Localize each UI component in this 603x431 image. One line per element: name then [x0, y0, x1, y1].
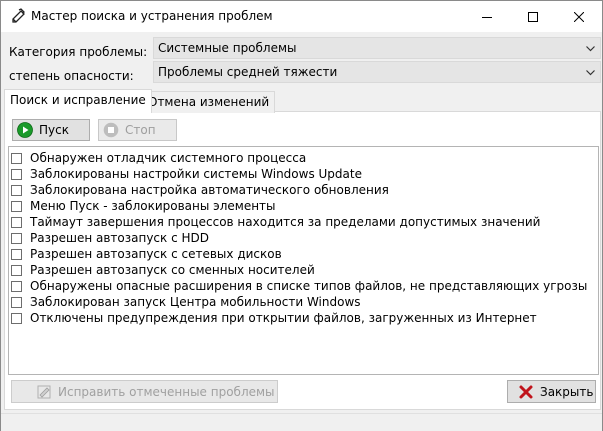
problem-checkbox[interactable] — [11, 312, 22, 324]
fix-icon — [37, 385, 51, 398]
category-select[interactable]: Системные проблемы — [153, 37, 601, 59]
problem-item[interactable]: Разрешен автозапуск со сменных носителей — [11, 262, 315, 278]
troubleshooting-wizard-window: Мастер поиска и устранения проблем Катег… — [0, 0, 603, 431]
problem-checkbox[interactable] — [11, 232, 22, 244]
problem-item[interactable]: Меню Пуск - заблокированы элементы — [11, 198, 276, 214]
app-icon — [12, 8, 25, 23]
category-label: Категория проблемы: — [9, 45, 148, 59]
fix-selected-label: Исправить отмеченные проблемы — [58, 384, 275, 399]
stop-icon — [103, 122, 119, 138]
close-icon — [574, 11, 584, 22]
problem-label: Разрешен автозапуск с HDD — [30, 231, 210, 245]
tab-search-fix[interactable]: Поиск и исправление — [4, 89, 152, 113]
chevron-down-icon — [586, 46, 595, 52]
problem-label: Таймаут завершения процессов находится з… — [30, 215, 541, 229]
close-label: Закрыть — [540, 384, 594, 399]
problem-item[interactable]: Заблокирован запуск Центра мобильности W… — [11, 294, 361, 310]
problem-item[interactable]: Обнаружен отладчик системного процесса — [11, 150, 306, 166]
severity-value: Проблемы средней тяжести — [158, 65, 338, 79]
play-icon — [17, 122, 33, 138]
problem-checkbox[interactable] — [11, 184, 22, 196]
minimize-icon — [482, 16, 492, 18]
problem-label: Заблокирован запуск Центра мобильности W… — [30, 295, 361, 309]
stop-label: Стоп — [125, 123, 156, 137]
problem-item[interactable]: Разрешен автозапуск с сетевых дисков — [11, 246, 282, 262]
problem-checkbox[interactable] — [11, 168, 22, 180]
tab-undo-changes[interactable]: Отмена изменений — [142, 91, 276, 113]
maximize-button[interactable] — [510, 1, 556, 32]
maximize-icon — [528, 11, 538, 22]
close-button[interactable]: Закрыть — [507, 380, 596, 403]
problem-label: Разрешен автозапуск со сменных носителей — [30, 263, 315, 277]
window-title: Мастер поиска и устранения проблем — [31, 9, 273, 23]
category-value: Системные проблемы — [158, 41, 297, 55]
problem-checkbox[interactable] — [11, 296, 22, 308]
problem-label: Обнаружен отладчик системного процесса — [30, 151, 307, 165]
problem-checkbox[interactable] — [11, 264, 22, 276]
problem-item[interactable]: Заблокирована настройка автоматического … — [11, 182, 389, 198]
chevron-down-icon — [586, 70, 595, 76]
problem-checkbox[interactable] — [11, 248, 22, 260]
start-label: Пуск — [39, 123, 69, 137]
fix-selected-button[interactable]: Исправить отмеченные проблемы — [11, 380, 278, 403]
minimize-button[interactable] — [464, 1, 510, 32]
problem-item[interactable]: Отключены предупреждения при открытии фа… — [11, 310, 537, 326]
problem-label: Меню Пуск - заблокированы элементы — [30, 199, 276, 213]
severity-select[interactable]: Проблемы средней тяжести — [153, 61, 601, 83]
close-window-button[interactable] — [556, 1, 602, 32]
problem-checkbox[interactable] — [11, 280, 22, 292]
problem-label: Разрешен автозапуск с сетевых дисков — [30, 247, 282, 261]
status-bar — [1, 413, 602, 431]
close-x-icon — [519, 385, 533, 398]
severity-label: степень опасности: — [9, 69, 134, 83]
problem-label: Отключены предупреждения при открытии фа… — [30, 311, 537, 325]
problem-item[interactable]: Таймаут завершения процессов находится з… — [11, 214, 540, 230]
problem-label: Обнаружены опасные расширения в списке т… — [30, 279, 588, 293]
problem-label: Заблокированы настройки системы Windows … — [30, 167, 362, 181]
problem-item[interactable]: Заблокированы настройки системы Windows … — [11, 166, 362, 182]
problem-label: Заблокирована настройка автоматического … — [30, 183, 389, 197]
start-button[interactable]: Пуск — [12, 119, 90, 141]
problem-item[interactable]: Обнаружены опасные расширения в списке т… — [11, 278, 587, 294]
problem-checkbox[interactable] — [11, 200, 22, 212]
stop-button[interactable]: Стоп — [98, 119, 177, 141]
problems-list[interactable]: Обнаружен отладчик системного процесса З… — [8, 146, 599, 375]
problem-checkbox[interactable] — [11, 216, 22, 228]
problem-item[interactable]: Разрешен автозапуск с HDD — [11, 230, 209, 246]
title-bar[interactable]: Мастер поиска и устранения проблем — [1, 1, 602, 32]
problem-checkbox[interactable] — [11, 152, 22, 164]
